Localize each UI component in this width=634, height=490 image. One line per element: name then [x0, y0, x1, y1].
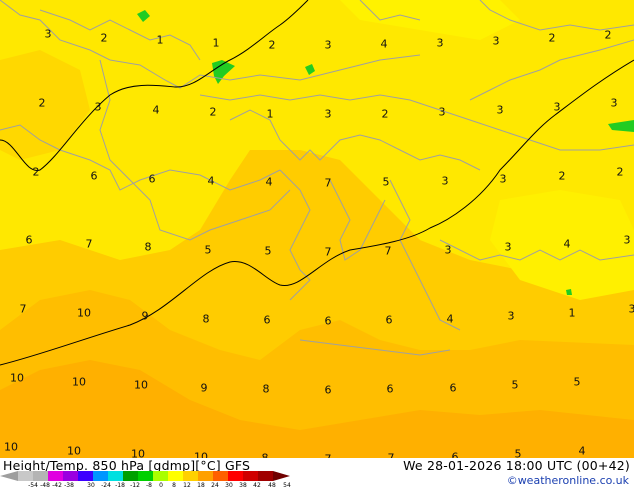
map-label: 6: [148, 172, 156, 186]
map-label: 6: [25, 233, 33, 247]
map-label: 3: [553, 100, 561, 114]
map-label: 1: [156, 33, 164, 47]
colorbar-tick: 24: [211, 482, 219, 489]
map-label: 10: [134, 378, 148, 392]
map-label: 4: [265, 175, 273, 189]
map-label: 5: [264, 244, 272, 258]
map-label: 2: [604, 28, 612, 42]
map-label: 6: [324, 383, 332, 397]
colorbar-tick: -38: [64, 482, 74, 489]
map-label: 3: [499, 172, 507, 186]
colorbar-tick: 30: [225, 482, 233, 489]
colorbar-left-arrow: [0, 471, 18, 481]
map-label: 5: [382, 175, 390, 189]
map-label: 3: [492, 34, 500, 48]
colorbar-tick: -18: [115, 482, 125, 489]
map-label: 3: [507, 309, 515, 323]
colorbar-tick: 30: [87, 482, 95, 489]
map-label: 2: [548, 31, 556, 45]
valid-time: We 28-01-2026 18:00 UTC (00+42): [403, 458, 630, 473]
colorbar-tick: 18: [197, 482, 205, 489]
map-label: 7: [19, 302, 27, 316]
colorbar-tick: -54: [28, 482, 38, 489]
map-label: 4: [578, 444, 586, 458]
colorbar-tick: -24: [101, 482, 111, 489]
map-label: 2: [32, 165, 40, 179]
map-label: 10: [10, 371, 24, 385]
map-label: 4: [563, 237, 571, 251]
map-label: 2: [268, 38, 276, 52]
map-label: 3: [623, 233, 631, 247]
map-label: 6: [386, 382, 394, 396]
map-label: 10: [72, 375, 86, 389]
colorbar-tick: -12: [130, 482, 140, 489]
map-label: 4: [446, 312, 454, 326]
map-label: 6: [385, 313, 393, 327]
map-label: 4: [207, 174, 215, 188]
map-label: 2: [381, 107, 389, 121]
colorbar-tick: 54: [283, 482, 291, 489]
map-label: 6: [324, 314, 332, 328]
colorbar-right-arrow: [273, 471, 290, 481]
map-label: 2: [209, 105, 217, 119]
map-label: 6: [449, 381, 457, 395]
map-label: 5: [204, 243, 212, 257]
map-label: 9: [141, 309, 149, 323]
colorbar-tick: 12: [183, 482, 191, 489]
map-label: 7: [324, 245, 332, 259]
map-label: 3: [441, 174, 449, 188]
map-label: 10: [131, 447, 145, 459]
colorbar-ticks: -54 -48 -42 -38 30 -24 -18 -12 -8 0 8 12…: [0, 482, 300, 490]
map-label: 6: [90, 169, 98, 183]
colorbar-tick: 0: [159, 482, 163, 489]
map-label: 5: [573, 375, 581, 389]
map-label: 9: [200, 381, 208, 395]
map-label: 4: [152, 103, 160, 117]
map-label: 8: [202, 312, 210, 326]
colorbar-tick: -42: [52, 482, 62, 489]
map-label: 3: [610, 96, 618, 110]
map-label: 8: [144, 240, 152, 254]
map-label: 3: [504, 240, 512, 254]
colorbar-tick: 42: [253, 482, 261, 489]
map-label: 3: [324, 107, 332, 121]
map-label: 3: [94, 100, 102, 114]
map-label: 7: [85, 237, 93, 251]
map-label: 8: [262, 382, 270, 396]
map-label: 5: [511, 378, 519, 392]
map-label: 1: [568, 306, 576, 320]
map-label: 3: [436, 36, 444, 50]
map-label: 2: [100, 31, 108, 45]
map-label: 3: [496, 103, 504, 117]
map-label: 3: [438, 105, 446, 119]
map-label: 3: [44, 27, 52, 41]
map-label: 6: [263, 313, 271, 327]
map-label: 2: [558, 169, 566, 183]
map-label: 10: [77, 306, 91, 320]
map-label: 10: [67, 444, 81, 458]
colorbar-tick: 48: [268, 482, 276, 489]
colorbar-tick: 8: [172, 482, 176, 489]
credit-link[interactable]: ©weatheronline.co.uk: [507, 474, 629, 487]
map-label: 7: [324, 176, 332, 190]
map-label: 7: [384, 244, 392, 258]
map-label: 1: [266, 107, 274, 121]
green-patch: [566, 289, 572, 295]
map-label: 5: [514, 447, 522, 459]
colorbar: [0, 471, 290, 481]
map-label: 3: [628, 302, 634, 316]
colorbar-tick: 38: [239, 482, 247, 489]
map-canvas: [0, 0, 634, 458]
map-label: 10: [4, 440, 18, 454]
colorbar-tick: -8: [146, 482, 152, 489]
map-label: 2: [616, 165, 624, 179]
map-label: 2: [38, 96, 46, 110]
map-label: 3: [444, 243, 452, 257]
colorbar-tick: -48: [40, 482, 50, 489]
map-label: 1: [212, 36, 220, 50]
weather-map: 3 2 1 1 2 3 4 3 3 2 2 2 3 4 2 1 3 2 3 3 …: [0, 0, 634, 458]
map-label: 3: [324, 38, 332, 52]
map-label: 4: [380, 37, 388, 51]
